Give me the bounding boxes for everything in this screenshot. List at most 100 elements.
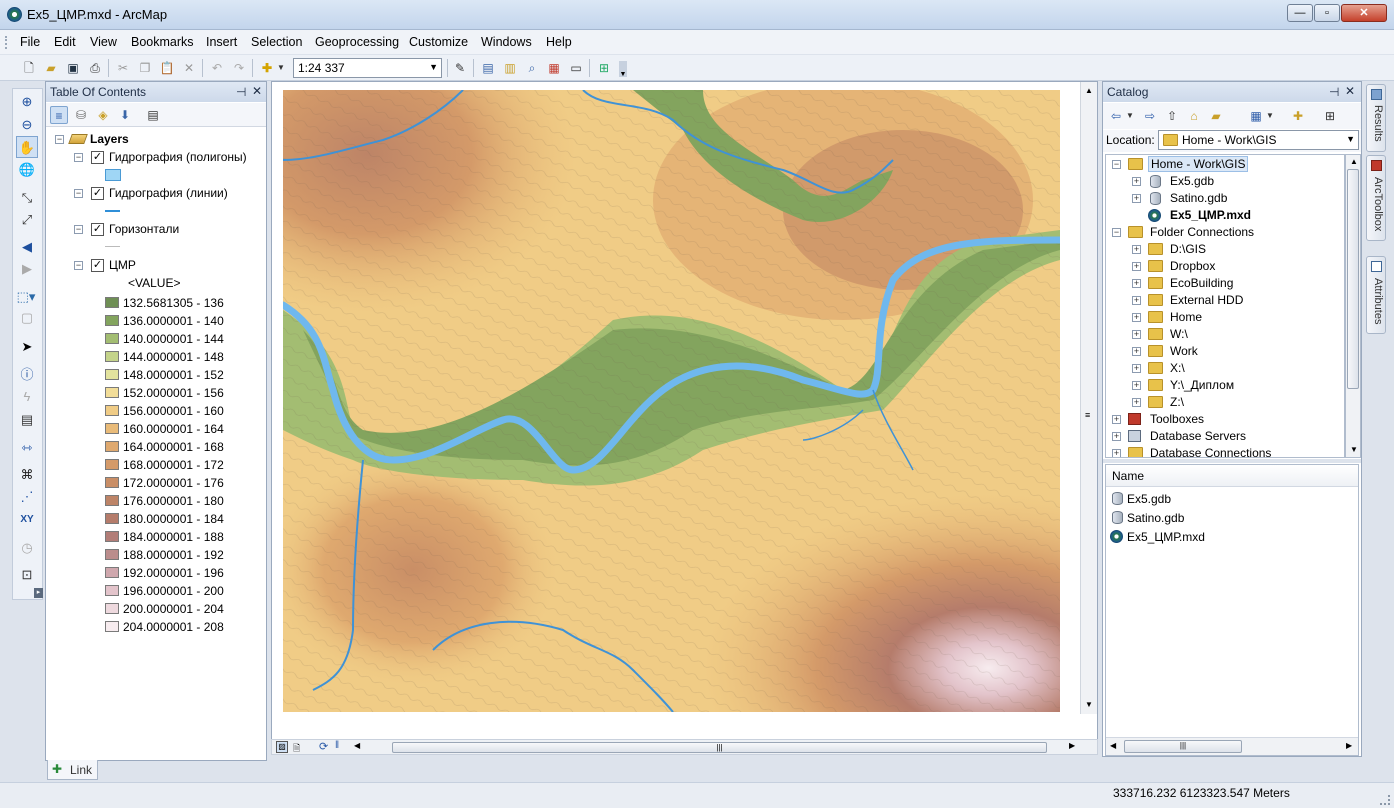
menu-file[interactable]: File [20, 35, 40, 49]
add-data-dropdown-icon[interactable]: ▼ [276, 59, 286, 77]
legend-class[interactable]: 160.0000001 - 164 [105, 420, 265, 438]
expand-icon[interactable]: + [1132, 279, 1141, 288]
legend-class[interactable]: 152.0000001 - 156 [105, 384, 265, 402]
catalog-tree-item[interactable]: Ex5_ЦМР.mxd [1106, 207, 1344, 225]
legend-class[interactable]: 172.0000001 - 176 [105, 474, 265, 492]
expand-icon[interactable]: + [1132, 313, 1141, 322]
forward-icon[interactable]: ⇨ [1141, 107, 1159, 125]
splitter[interactable] [1103, 459, 1361, 463]
forward-extent-icon[interactable]: ▶ [16, 258, 38, 280]
scroll-down-icon[interactable]: ▼ [1350, 445, 1358, 454]
polygon-symbol-swatch[interactable] [105, 169, 121, 181]
undo-icon[interactable]: ↶ [208, 59, 226, 77]
refresh-icon[interactable]: ⟳ [319, 740, 328, 753]
scroll-up-icon[interactable]: ▲ [1085, 86, 1093, 95]
expand-icon[interactable]: + [1132, 364, 1141, 373]
legend-class[interactable]: 196.0000001 - 200 [105, 582, 265, 600]
scroll-thumb[interactable] [1347, 169, 1359, 389]
close-button[interactable]: ✕ [1341, 4, 1387, 22]
expand-icon[interactable]: + [1132, 245, 1141, 254]
layer-visibility-checkbox[interactable]: ✓ [91, 223, 104, 236]
menu-geoprocessing[interactable]: Geoprocessing [315, 35, 399, 49]
legend-class[interactable]: 204.0000001 - 208 [105, 618, 265, 636]
zoom-out-icon[interactable]: ⊖ [16, 114, 38, 136]
layer-name-hydro-lines[interactable]: Гидрография (линии) [109, 186, 228, 200]
toggle-contents-icon[interactable]: ▦ [1247, 107, 1265, 125]
side-tab-results[interactable]: Results [1366, 84, 1386, 152]
zoom-in-icon[interactable]: ⊕ [16, 91, 38, 113]
catalog-tree-item[interactable]: + D:\GIS [1106, 241, 1344, 259]
map-vertical-scrollbar[interactable]: ▲ ≡ ▼ [1080, 82, 1097, 714]
new-folder-icon[interactable]: ✚ [1289, 107, 1307, 125]
find-route-icon[interactable]: ⋰ [16, 486, 38, 508]
catalog-window-icon[interactable]: ▥ [501, 59, 519, 77]
open-icon[interactable]: ▰ [42, 59, 60, 77]
close-icon[interactable]: ✕ [1345, 84, 1355, 98]
catalog-tree-item[interactable]: + Toolboxes [1106, 411, 1344, 429]
collapse-icon[interactable]: − [74, 153, 83, 162]
link-tab[interactable]: ✚ Link [47, 760, 98, 780]
go-to-xy-icon[interactable]: XY [16, 509, 38, 531]
catalog-tree-item[interactable]: + Database Connections [1106, 445, 1344, 457]
collapse-icon[interactable]: − [1112, 160, 1121, 169]
legend-class[interactable]: 156.0000001 - 160 [105, 402, 265, 420]
toolbar-grip-icon[interactable]: ▸ [34, 588, 43, 598]
cut-icon[interactable]: ✂ [114, 59, 132, 77]
collapse-icon[interactable]: − [74, 225, 83, 234]
print-icon[interactable]: ⎙ [86, 59, 104, 77]
close-icon[interactable]: ✕ [252, 84, 262, 98]
menu-selection[interactable]: Selection [251, 35, 302, 49]
contour-symbol-swatch[interactable] [105, 246, 120, 247]
pin-icon[interactable]: ⊣ [236, 85, 246, 99]
legend-class[interactable]: 192.0000001 - 196 [105, 564, 265, 582]
expand-icon[interactable]: + [1112, 415, 1121, 424]
catalog-tree-item[interactable]: + EcoBuilding [1106, 275, 1344, 293]
home-icon[interactable]: ⌂ [1185, 107, 1203, 125]
column-header-name[interactable]: Name [1106, 465, 1358, 487]
expand-icon[interactable]: + [1132, 296, 1141, 305]
maximize-button[interactable]: ▫ [1314, 4, 1340, 22]
chevron-down-icon[interactable]: ▼ [1346, 134, 1355, 144]
data-view-icon[interactable]: ▨ [276, 741, 288, 753]
clear-selection-icon[interactable]: ▢ [16, 307, 38, 329]
select-elements-icon[interactable]: ➤ [16, 336, 38, 358]
delete-icon[interactable]: ✕ [180, 59, 198, 77]
expand-icon[interactable]: + [1132, 330, 1141, 339]
scroll-left-icon[interactable]: ◀ [1110, 741, 1116, 750]
measure-icon[interactable]: ⇿ [16, 437, 38, 459]
scroll-left-icon[interactable]: ◀ [354, 741, 360, 750]
expand-icon[interactable]: + [1112, 432, 1121, 441]
horizontal-scroll-thumb[interactable]: ||| [392, 742, 1047, 753]
location-combo[interactable]: Home - Work\GIS ▼ [1158, 130, 1359, 150]
model-builder-icon[interactable]: ⊞ [595, 59, 613, 77]
layer-visibility-checkbox[interactable]: ✓ [91, 187, 104, 200]
scroll-right-icon[interactable]: ▶ [1069, 741, 1075, 750]
list-by-drawing-order-icon[interactable]: ≡ [50, 106, 68, 124]
legend-class[interactable]: 148.0000001 - 152 [105, 366, 265, 384]
legend-class[interactable]: 176.0000001 - 180 [105, 492, 265, 510]
legend-class[interactable]: 180.0000001 - 184 [105, 510, 265, 528]
menu-bookmarks[interactable]: Bookmarks [131, 35, 194, 49]
legend-class[interactable]: 200.0000001 - 204 [105, 600, 265, 618]
expand-icon[interactable]: + [1132, 262, 1141, 271]
expand-icon[interactable]: + [1132, 194, 1141, 203]
scroll-grip-icon[interactable]: ≡ [1085, 410, 1090, 420]
minimize-button[interactable]: — [1287, 4, 1313, 22]
resize-grip-icon[interactable] [1380, 795, 1390, 805]
catalog-tree-item[interactable]: + Y:\_Диплом [1106, 377, 1344, 395]
html-popup-icon[interactable]: ▤ [16, 409, 38, 431]
full-extent-icon[interactable]: 🌐 [16, 159, 38, 181]
add-data-icon[interactable]: ✚ [258, 59, 276, 77]
collapse-icon[interactable]: − [74, 189, 83, 198]
catalog-tree-item[interactable]: + Z:\ [1106, 394, 1344, 412]
paste-icon[interactable]: 📋 [158, 59, 176, 77]
catalog-tree-item[interactable]: − Home - Work\GIS [1106, 156, 1344, 174]
layer-visibility-checkbox[interactable]: ✓ [91, 151, 104, 164]
chevron-down-icon[interactable]: ▼ [429, 62, 438, 72]
identify-icon[interactable]: ⓘ [16, 364, 38, 386]
layout-view-icon[interactable]: 🗎 [293, 741, 305, 753]
redo-icon[interactable]: ↷ [230, 59, 248, 77]
table-of-contents-icon[interactable]: ▤ [479, 59, 497, 77]
contents-item[interactable]: Satino.gdb [1110, 510, 1350, 528]
collapse-icon[interactable]: − [74, 261, 83, 270]
